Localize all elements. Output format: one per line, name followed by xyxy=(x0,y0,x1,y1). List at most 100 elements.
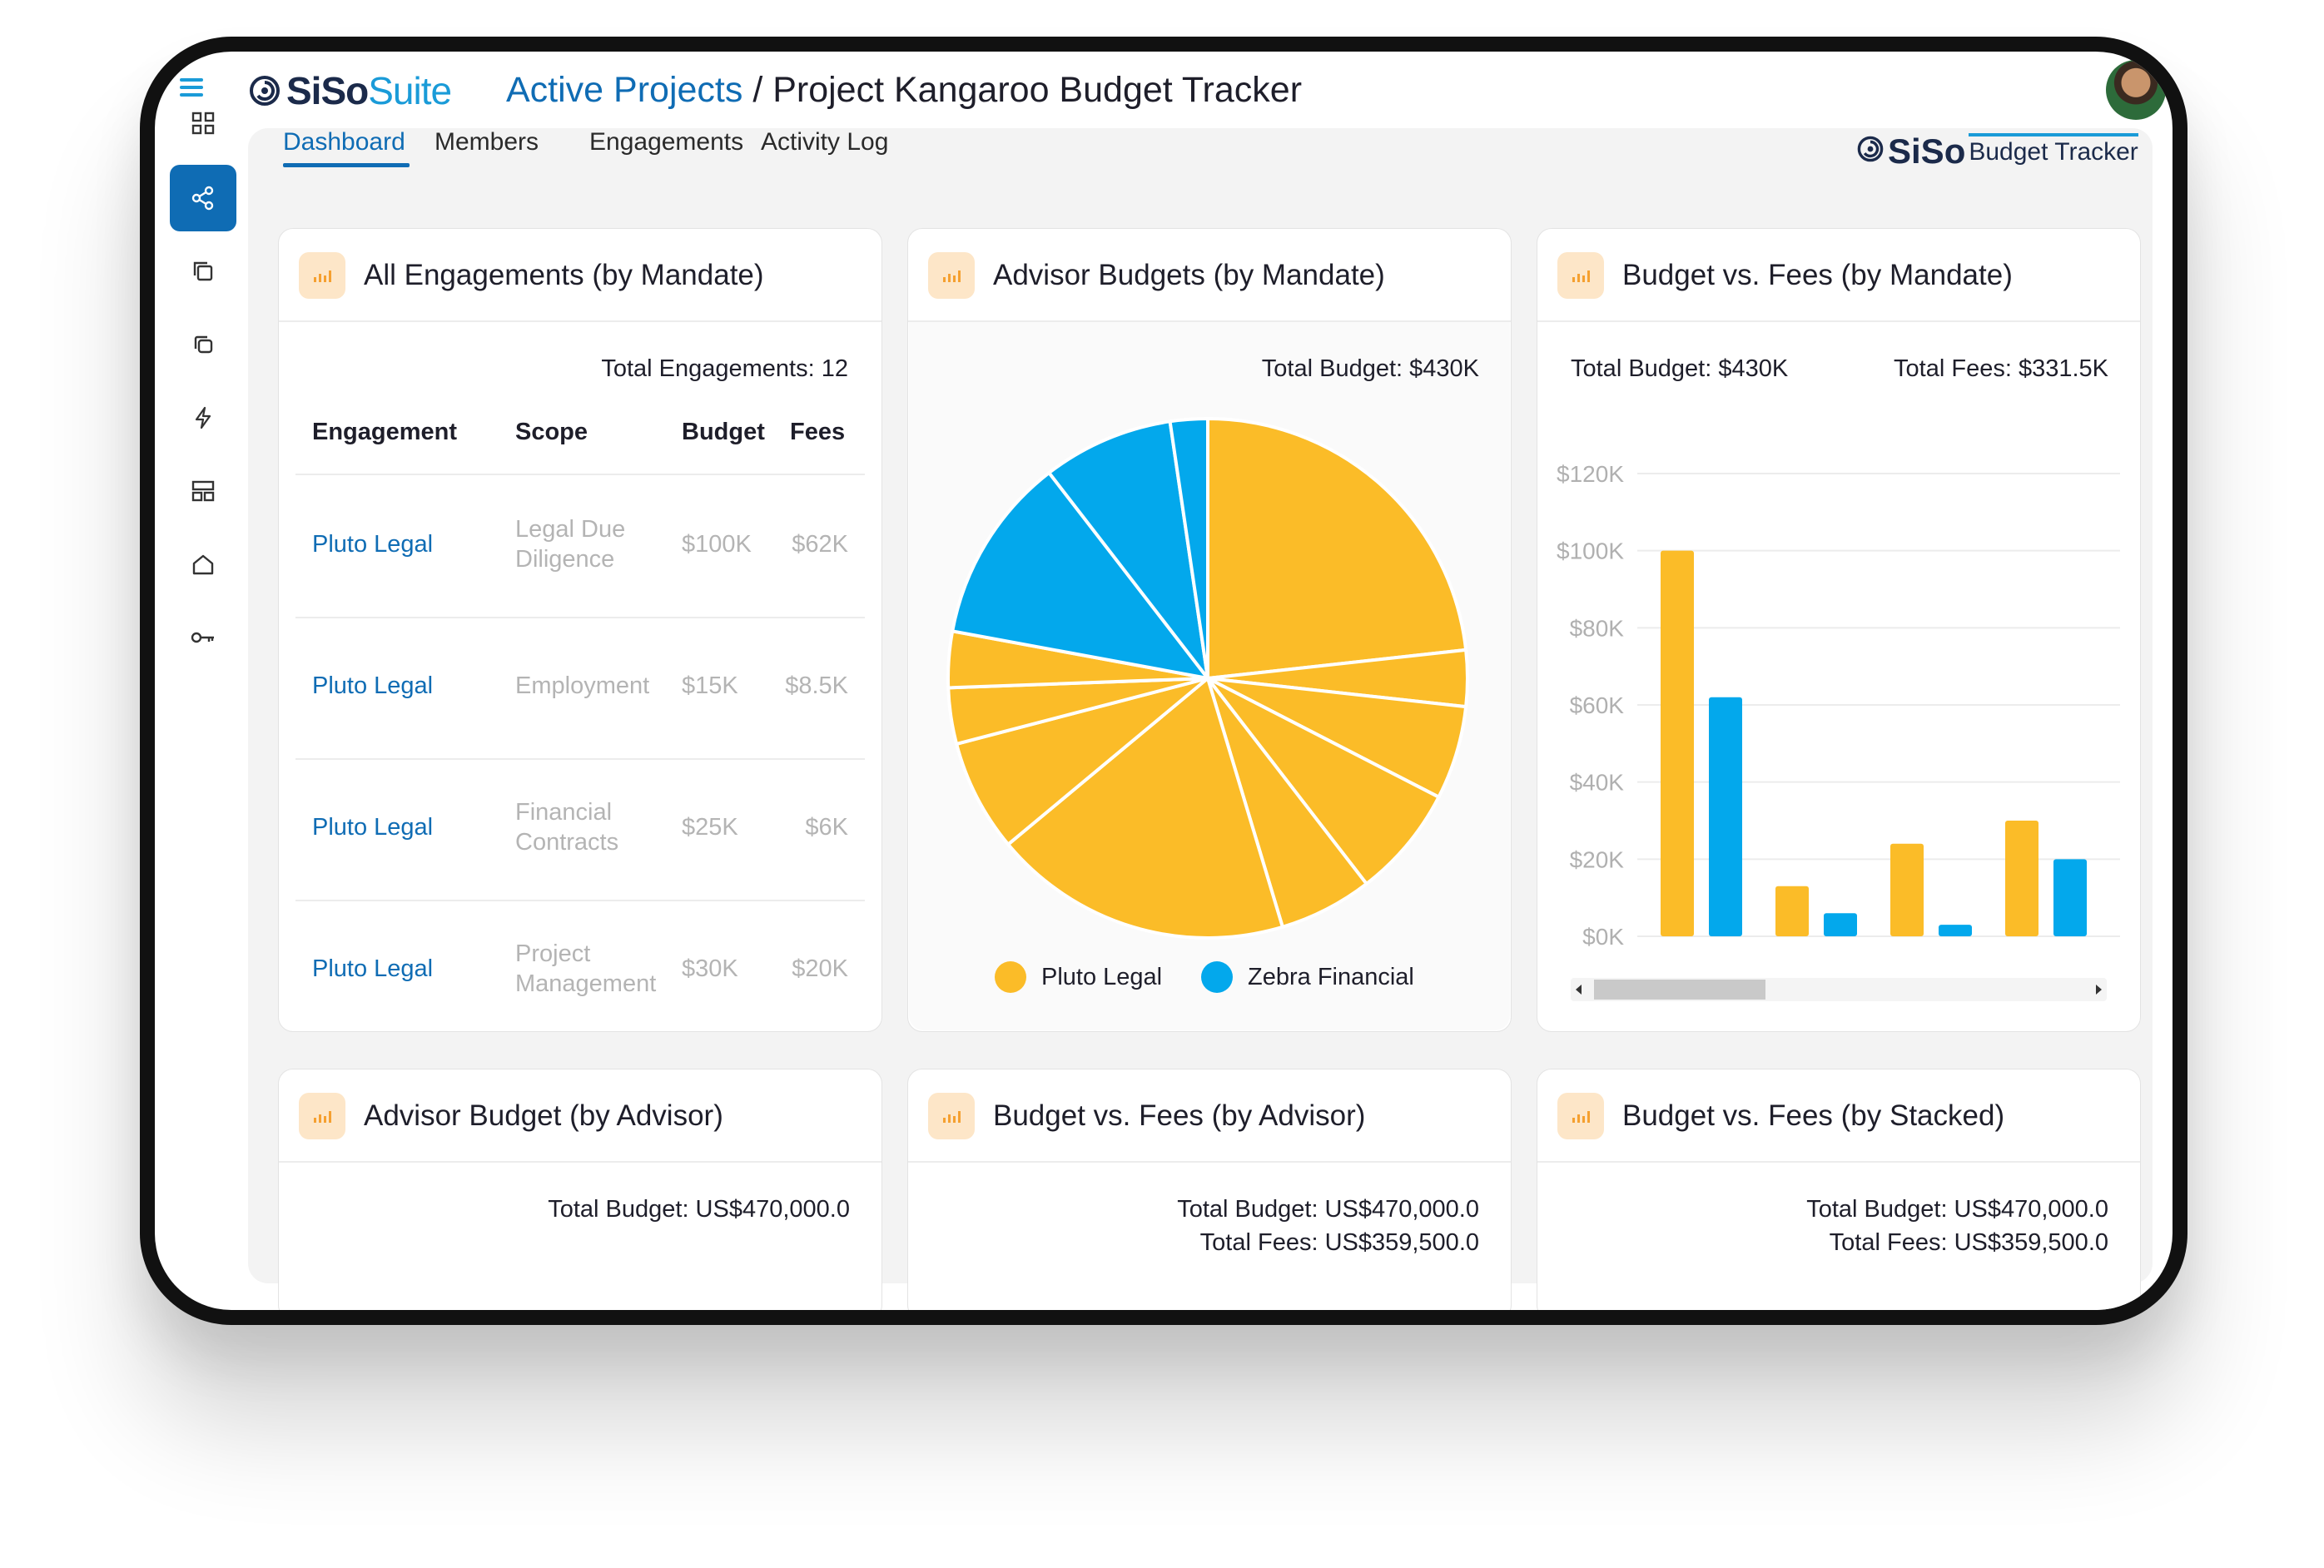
y-tick-label: $40K xyxy=(1570,770,1625,796)
home-icon xyxy=(192,554,214,575)
engagement-link[interactable]: Pluto Legal xyxy=(312,672,433,700)
bolt-icon xyxy=(195,406,211,429)
card-budget-vs-fees: Budget vs. Fees (by Mandate) Total Budge… xyxy=(1537,228,2141,1032)
pie-chart xyxy=(946,416,1469,940)
fees-value: $6K xyxy=(805,814,848,841)
total-fees: Total Fees: US$359,500.0 xyxy=(1199,1229,1479,1256)
x-category-label: Project xyxy=(1979,960,2053,961)
bar[interactable] xyxy=(1824,913,1857,936)
bar-chart-icon xyxy=(299,252,345,299)
card-header: Budget vs. Fees (by Advisor) xyxy=(908,1069,1511,1163)
engagement-link[interactable]: Pluto Legal xyxy=(312,955,433,983)
card-title: Advisor Budgets (by Mandate) xyxy=(993,259,1385,291)
bar[interactable] xyxy=(1775,886,1809,936)
legend-item-pluto-legal[interactable]: Pluto Legal xyxy=(995,961,1162,993)
card-header: Advisor Budgets (by Mandate) xyxy=(908,229,1511,322)
logo-text-siso: SiSo xyxy=(286,69,369,112)
bar[interactable] xyxy=(1890,843,1924,936)
col-header-budget: Budget xyxy=(682,419,765,445)
tab-members[interactable]: Members xyxy=(435,128,539,156)
budget-value: $100K xyxy=(682,531,752,558)
bar-chart-icon xyxy=(1557,252,1604,299)
sidebar-copy-icon[interactable] xyxy=(170,238,236,305)
engagement-link[interactable]: Pluto Legal xyxy=(312,814,433,841)
breadcrumb-separator: / xyxy=(742,70,773,110)
swirl-logo-icon xyxy=(250,76,280,106)
app-logo[interactable]: SiSo Suite xyxy=(248,69,452,112)
total-budget: Total Budget: US$470,000.0 xyxy=(548,1196,850,1223)
card-budget-vs-fees-stacked: Budget vs. Fees (by Stacked) Total Budge… xyxy=(1537,1069,2141,1310)
tab-activity-log[interactable]: Activity Log xyxy=(761,128,888,156)
y-tick-label: $0K xyxy=(1582,924,1624,950)
card-title: Budget vs. Fees (by Stacked) xyxy=(1622,1099,2005,1132)
brand-siso-text: SiSo xyxy=(1888,131,1966,171)
card-all-engagements: All Engagements (by Mandate) Total Engag… xyxy=(278,228,882,1032)
total-engagements: Total Engagements: 12 xyxy=(601,355,848,382)
budget-value: $30K xyxy=(682,955,738,982)
bar-chart: $0K$20K$40K$60K$80K$100K$120KLegalEmploy… xyxy=(1557,461,2120,961)
swirl-logo-icon xyxy=(1857,136,1884,162)
sidebar-grid-icon[interactable] xyxy=(170,90,236,156)
layout-icon xyxy=(191,480,215,502)
x-category-label: Employment xyxy=(1703,960,1824,961)
legend-item-zebra-financial[interactable]: Zebra Financial xyxy=(1201,961,1414,993)
card-advisor-budgets: Advisor Budgets (by Mandate) Total Budge… xyxy=(907,228,1512,1032)
sidebar-copy-alt-icon[interactable] xyxy=(170,311,236,378)
y-tick-label: $60K xyxy=(1570,692,1625,718)
scope-line-1: Project xyxy=(515,940,591,967)
scope-line-1: Employment xyxy=(515,672,650,699)
app-screen: SiSo Suite Active Projects / Project Kang… xyxy=(155,52,2173,1310)
sidebar-home-icon[interactable] xyxy=(170,531,236,598)
bar-chart-icon xyxy=(299,1093,345,1139)
engagement-link[interactable]: Pluto Legal xyxy=(312,531,433,558)
budget-value: $25K xyxy=(682,814,738,841)
user-avatar[interactable] xyxy=(2106,60,2166,120)
bar[interactable] xyxy=(1939,925,1972,936)
bar[interactable] xyxy=(2005,821,2038,936)
scope-line-1: Financial xyxy=(515,799,613,826)
total-budget: Total Budget: US$470,000.0 xyxy=(1177,1196,1479,1223)
chart-scrollbar[interactable] xyxy=(1571,978,2107,1001)
bar-total-budget: Total Budget: $430K xyxy=(1571,355,1789,382)
card-title: All Engagements (by Mandate) xyxy=(364,259,764,291)
fees-value: $20K xyxy=(792,955,848,982)
tab-dashboard[interactable]: Dashboard xyxy=(283,128,405,156)
breadcrumb-active-projects[interactable]: Active Projects xyxy=(506,70,742,110)
grid-icon xyxy=(191,112,215,135)
sidebar-bolt-icon[interactable] xyxy=(170,385,236,451)
scrollbar-thumb[interactable] xyxy=(1594,980,1765,1000)
scope-line-2: Diligence xyxy=(515,546,615,573)
tab-engagements[interactable]: Engagements xyxy=(589,128,743,156)
table-divider xyxy=(295,474,865,475)
scope-line-2: Management xyxy=(515,970,657,997)
total-fees: Total Fees: US$359,500.0 xyxy=(1829,1229,2108,1256)
card-header: Budget vs. Fees (by Stacked) xyxy=(1537,1069,2140,1163)
copy-icon xyxy=(193,261,213,281)
card-header: Budget vs. Fees (by Mandate) xyxy=(1537,229,2140,322)
sidebar-key-icon[interactable] xyxy=(170,604,236,671)
sidebar-layout-icon[interactable] xyxy=(170,458,236,524)
bar[interactable] xyxy=(1709,697,1742,936)
page-title: Project Kangaroo Budget Tracker xyxy=(772,70,1303,110)
card-header: All Engagements (by Mandate) xyxy=(279,229,881,322)
y-tick-label: $80K xyxy=(1570,615,1625,641)
bar-chart-icon xyxy=(928,1093,975,1139)
bar[interactable] xyxy=(2053,859,2087,936)
y-tick-label: $120K xyxy=(1557,461,1624,487)
legend-label: Zebra Financial xyxy=(1248,963,1414,990)
card-header: Advisor Budget (by Advisor) xyxy=(279,1069,881,1163)
share-icon xyxy=(191,186,214,211)
fees-value: $8.5K xyxy=(785,672,848,699)
pie-slice[interactable] xyxy=(1206,416,1468,681)
card-title: Advisor Budget (by Advisor) xyxy=(364,1099,723,1132)
sidebar-share-icon[interactable] xyxy=(170,165,236,231)
scroll-left-arrow-icon[interactable] xyxy=(1576,985,1582,995)
col-header-scope: Scope xyxy=(515,419,588,445)
scroll-right-arrow-icon[interactable] xyxy=(2096,985,2102,995)
total-budget: Total Budget: US$470,000.0 xyxy=(1806,1196,2108,1223)
fees-value: $62K xyxy=(792,531,848,558)
budget-value: $15K xyxy=(682,672,738,699)
legend-swatch-yellow xyxy=(995,961,1026,993)
bar[interactable] xyxy=(1661,550,1694,936)
copy-alt-icon xyxy=(194,335,213,354)
